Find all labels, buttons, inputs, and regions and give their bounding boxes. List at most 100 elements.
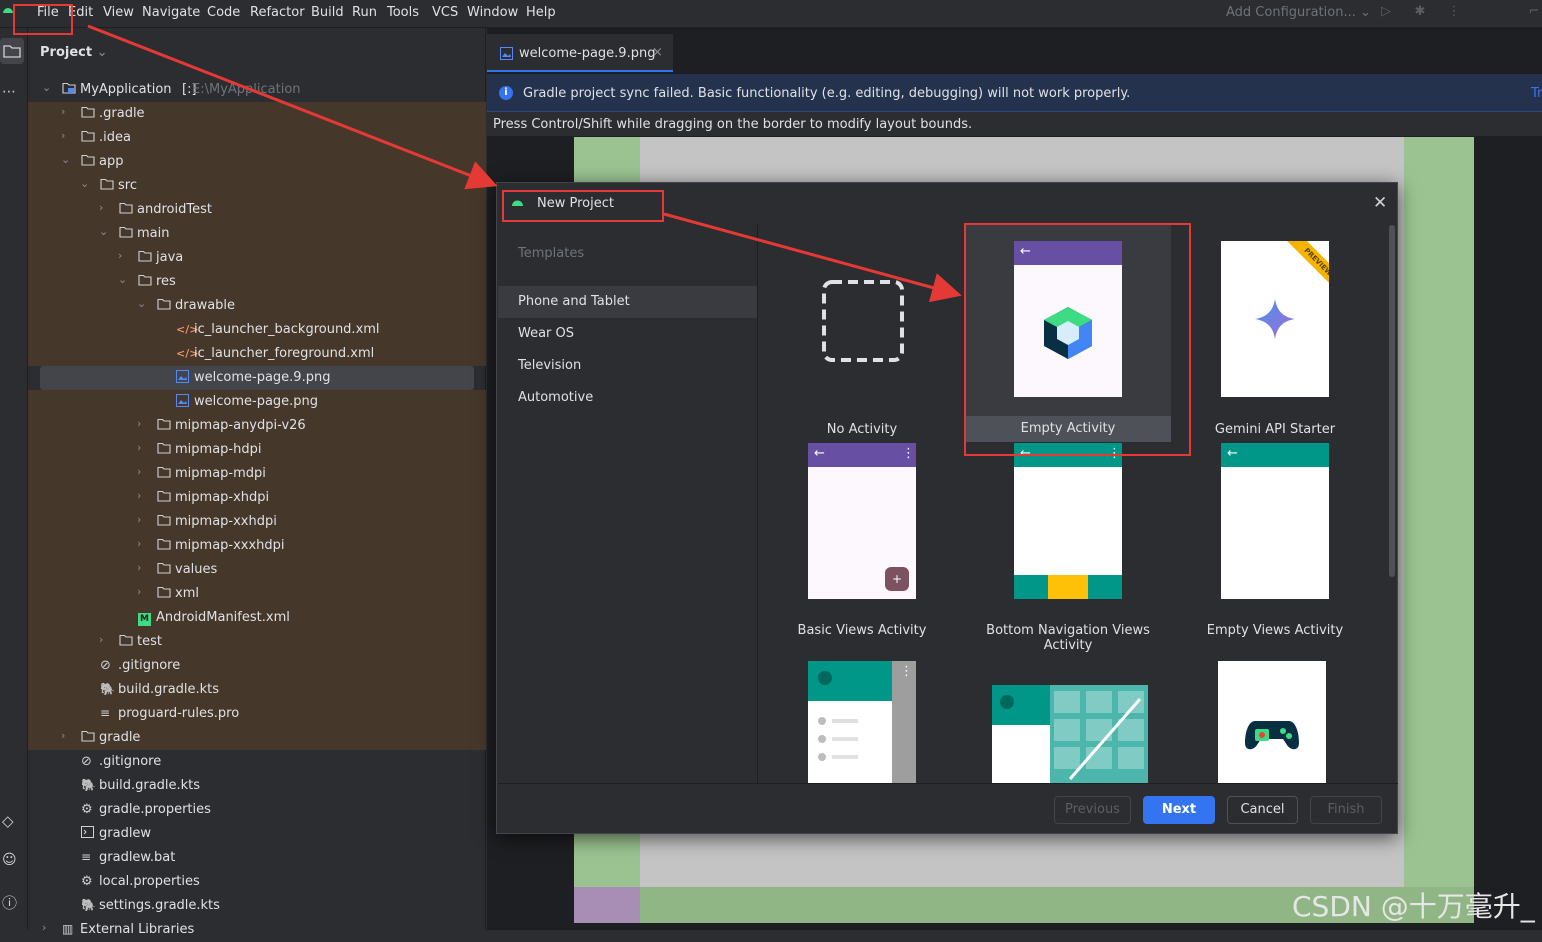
menu-run[interactable]: Run xyxy=(352,5,377,20)
project-tree-row[interactable]: › mipmap-mdpi xyxy=(28,462,486,486)
template-empty-views-activity[interactable]: ← Empty Views Activity xyxy=(1171,443,1377,643)
project-tree-row[interactable]: › mipmap-xhdpi xyxy=(28,486,486,510)
project-tree-row[interactable]: M AndroidManifest.xml xyxy=(28,606,486,630)
more-actions-icon[interactable]: ⋮ xyxy=(1446,4,1462,20)
project-tree-row[interactable]: › test xyxy=(28,630,486,654)
chevron-down-icon[interactable]: ⌄ xyxy=(99,225,111,238)
project-tree-row[interactable]: › mipmap-xxxhdpi xyxy=(28,534,486,558)
chevron-right-icon[interactable]: › xyxy=(137,537,149,550)
debug-icon[interactable]: ✱ xyxy=(1412,4,1428,20)
editor-tab[interactable]: welcome-page.9.png × xyxy=(487,34,673,72)
gem-icon[interactable]: ◇ xyxy=(2,812,14,830)
menu-navigate[interactable]: Navigate xyxy=(142,5,200,20)
finish-button[interactable]: Finish xyxy=(1310,796,1382,824)
previous-button[interactable]: Previous xyxy=(1054,796,1131,824)
project-tree-row[interactable]: 🐘 settings.gradle.kts xyxy=(28,894,486,918)
project-tree-row[interactable]: › java xyxy=(28,246,486,270)
chevron-right-icon[interactable]: › xyxy=(99,201,111,214)
project-tree-row[interactable]: ⌄ MyApplication [:] E:\MyApplication xyxy=(28,78,486,102)
category-automotive[interactable]: Automotive xyxy=(498,382,757,414)
menu-refactor[interactable]: Refactor xyxy=(250,5,305,20)
chevron-right-icon[interactable]: › xyxy=(61,105,73,118)
chevron-down-icon[interactable]: ⌄ xyxy=(118,273,130,286)
project-tree-row[interactable]: gradlew xyxy=(28,822,486,846)
chevron-right-icon[interactable]: › xyxy=(61,129,73,142)
cat-icon[interactable]: ☺ xyxy=(2,852,17,868)
template-basic-views-activity[interactable]: ← ⋮ + Basic Views Activity xyxy=(759,443,965,643)
project-tree-row[interactable]: </> ic_launcher_foreground.xml xyxy=(28,342,486,366)
build-variants-icon[interactable]: ⌐ xyxy=(1526,4,1542,20)
project-tree-row[interactable]: › values xyxy=(28,558,486,582)
chevron-right-icon[interactable]: › xyxy=(137,489,149,502)
chevron-right-icon[interactable]: › xyxy=(137,441,149,454)
chevron-down-icon[interactable]: ⌄ xyxy=(42,81,54,94)
chevron-right-icon[interactable]: › xyxy=(137,585,149,598)
cancel-button[interactable]: Cancel xyxy=(1227,796,1298,824)
gallery-scrollbar[interactable] xyxy=(1389,225,1395,577)
template-responsive-views-activity[interactable] xyxy=(992,685,1148,783)
menu-build[interactable]: Build xyxy=(311,5,344,20)
project-tree-row[interactable]: › gradle xyxy=(28,726,486,750)
project-tree-row[interactable]: › mipmap-hdpi xyxy=(28,438,486,462)
template-game-activity[interactable] xyxy=(1218,661,1326,783)
project-tree-row[interactable]: ⌄ drawable xyxy=(28,294,486,318)
category-television[interactable]: Television xyxy=(498,350,757,382)
project-tree-row[interactable]: ⌄ src xyxy=(28,174,486,198)
chevron-down-icon[interactable]: ⌄ xyxy=(61,153,73,166)
template-bottom-navigation-views-activity[interactable]: ← ⋮ Bottom Navigation Views Activity xyxy=(965,443,1171,653)
project-tree-row[interactable]: welcome-page.9.png xyxy=(40,366,474,390)
menu-code[interactable]: Code xyxy=(207,5,240,20)
project-tree-row[interactable]: ⌄ res xyxy=(28,270,486,294)
more-tools-icon[interactable]: ⋯ xyxy=(2,84,16,100)
project-view-selector[interactable]: Project ⌄ xyxy=(40,45,108,60)
template-no-activity[interactable]: No Activity xyxy=(759,225,965,441)
run-icon[interactable]: ▷ xyxy=(1378,4,1394,20)
category-phone-and-tablet[interactable]: Phone and Tablet xyxy=(498,286,757,318)
project-tree-row[interactable]: welcome-page.png xyxy=(28,390,486,414)
project-tree-row[interactable]: › ▥ External Libraries xyxy=(28,918,486,942)
project-tree-row[interactable]: ⚙ local.properties xyxy=(28,870,486,894)
chevron-down-icon[interactable]: ⌄ xyxy=(137,297,149,310)
chevron-right-icon[interactable]: › xyxy=(99,633,111,646)
chevron-right-icon[interactable]: › xyxy=(137,561,149,574)
project-tree-row[interactable]: </> ic_launcher_background.xml xyxy=(28,318,486,342)
menu-vcs[interactable]: VCS xyxy=(432,5,458,20)
next-button[interactable]: Next xyxy=(1143,796,1215,824)
banner-action-link[interactable]: Tr xyxy=(1531,86,1542,101)
menu-view[interactable]: View xyxy=(103,5,134,20)
project-tool-button[interactable] xyxy=(0,38,24,64)
category-wear-os[interactable]: Wear OS xyxy=(498,318,757,350)
add-configuration-button[interactable]: Add Configuration... ⌄ xyxy=(1226,5,1371,20)
project-tree-row[interactable]: ≡ gradlew.bat xyxy=(28,846,486,870)
menu-help[interactable]: Help xyxy=(526,5,556,20)
project-tree-row[interactable]: › mipmap-anydpi-v26 xyxy=(28,414,486,438)
project-tree-row[interactable]: 🐘 build.gradle.kts xyxy=(28,678,486,702)
project-tree-row[interactable]: › .idea xyxy=(28,126,486,150)
chevron-right-icon[interactable]: › xyxy=(137,465,149,478)
menu-window[interactable]: Window xyxy=(467,5,518,20)
project-tree-row[interactable]: › mipmap-xxhdpi xyxy=(28,510,486,534)
chevron-right-icon[interactable]: › xyxy=(137,513,149,526)
project-tree-row[interactable]: ⌄ main xyxy=(28,222,486,246)
chevron-right-icon[interactable]: › xyxy=(137,417,149,430)
problems-icon[interactable]: ⓘ xyxy=(2,892,17,913)
chevron-right-icon[interactable]: › xyxy=(61,729,73,742)
project-tree-row[interactable]: ⚙ gradle.properties xyxy=(28,798,486,822)
template-gemini-api-starter[interactable]: PREVIEW Gemini API Starter xyxy=(1171,225,1377,441)
template-navigation-drawer-activity[interactable]: ⋮ xyxy=(808,661,916,783)
chevron-right-icon[interactable]: › xyxy=(42,921,54,934)
project-tree-row[interactable]: ⊘ .gitignore xyxy=(28,654,486,678)
project-tree-row[interactable]: › xml xyxy=(28,582,486,606)
project-tree-row[interactable]: ≡ proguard-rules.pro xyxy=(28,702,486,726)
close-icon[interactable]: ✕ xyxy=(1373,193,1387,213)
project-tree-row[interactable]: ⌄ app xyxy=(28,150,486,174)
menu-tools[interactable]: Tools xyxy=(387,5,419,20)
close-icon[interactable]: × xyxy=(652,45,663,60)
chevron-right-icon[interactable]: › xyxy=(118,249,130,262)
project-tree-row[interactable]: 🐘 build.gradle.kts xyxy=(28,774,486,798)
project-tree-row[interactable]: ⊘ .gitignore xyxy=(28,750,486,774)
chevron-down-icon[interactable]: ⌄ xyxy=(80,177,92,190)
watermark: CSDN @十万毫升_ xyxy=(1292,890,1535,923)
project-tree-row[interactable]: › androidTest xyxy=(28,198,486,222)
project-tree-row[interactable]: › .gradle xyxy=(28,102,486,126)
